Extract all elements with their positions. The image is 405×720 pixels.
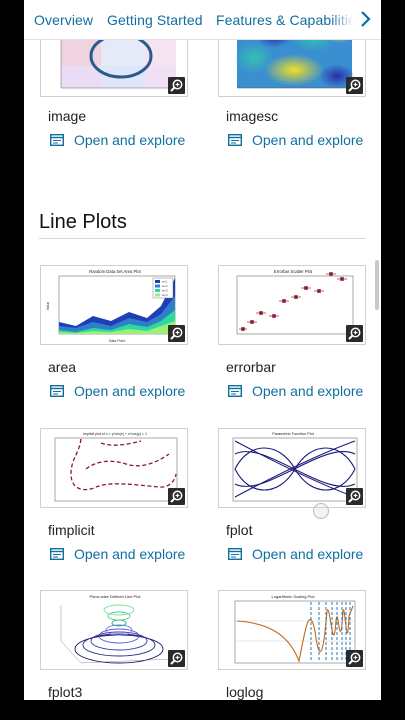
legend-entry: set 1 bbox=[162, 280, 168, 284]
function-name-fplot: fplot bbox=[226, 522, 253, 538]
thumbnail-errorbar[interactable]: Errorbar Scatter Plot bbox=[218, 265, 366, 345]
function-name-image: image bbox=[48, 108, 87, 124]
zoom-in-icon[interactable] bbox=[346, 488, 363, 505]
thumb-title-area: Random Data Set Area Plot bbox=[89, 269, 141, 274]
thumb-title-fimplicit: Implicit plot of x = y*sin(x) + x*cos(y)… bbox=[83, 432, 147, 436]
tab-fade bbox=[331, 0, 381, 39]
legend-entry: set 2 bbox=[162, 284, 168, 288]
live-script-icon bbox=[228, 548, 242, 560]
thumb-title-fplot: Parametric Function Plot bbox=[272, 432, 315, 436]
thumb-xlabel-area: Data Point bbox=[109, 339, 125, 343]
function-name-errorbar: errorbar bbox=[226, 359, 276, 375]
section-divider bbox=[39, 238, 366, 239]
function-name-fplot3: fplot3 bbox=[48, 684, 83, 700]
zoom-in-icon[interactable] bbox=[168, 77, 185, 94]
open-and-explore-link-imagesc[interactable]: Open and explore bbox=[252, 132, 363, 148]
live-script-icon bbox=[228, 134, 242, 146]
live-script-icon bbox=[228, 385, 242, 397]
tab-bar: Overview Getting Started Features & Capa… bbox=[24, 0, 381, 40]
legend-entry: set 4 bbox=[162, 293, 168, 297]
zoom-in-icon[interactable] bbox=[168, 650, 185, 667]
tab-overview[interactable]: Overview bbox=[34, 12, 93, 28]
zoom-in-icon[interactable] bbox=[346, 650, 363, 667]
thumbnail-fplot[interactable]: Parametric Function Plot bbox=[218, 428, 366, 508]
open-and-explore-link-fplot[interactable]: Open and explore bbox=[252, 546, 363, 562]
function-name-loglog: loglog bbox=[226, 684, 264, 700]
section-title-line-plots: Line Plots bbox=[39, 211, 127, 233]
live-script-icon bbox=[50, 548, 64, 560]
zoom-in-icon[interactable] bbox=[346, 325, 363, 342]
thumb-title-loglog: Logarithmic Scaling Plot bbox=[272, 594, 316, 599]
chevron-right-icon[interactable] bbox=[357, 9, 373, 29]
zoom-in-icon[interactable] bbox=[168, 488, 185, 505]
thumb-title-errorbar: Errorbar Scatter Plot bbox=[274, 269, 313, 274]
thumbnail-area[interactable]: Random Data Set Area Plot set 1 set 2 se… bbox=[40, 265, 188, 345]
function-name-fimplicit: fimplicit bbox=[48, 522, 95, 538]
live-script-icon bbox=[50, 385, 64, 397]
zoom-in-icon[interactable] bbox=[346, 77, 363, 94]
legend-entry: set 3 bbox=[162, 289, 168, 293]
function-name-area: area bbox=[48, 359, 77, 375]
touch-indicator bbox=[313, 503, 329, 519]
open-and-explore-link-fimplicit[interactable]: Open and explore bbox=[74, 546, 185, 562]
open-and-explore-link-errorbar[interactable]: Open and explore bbox=[252, 383, 363, 399]
function-name-imagesc: imagesc bbox=[226, 108, 279, 124]
thumb-title-fplot3: Piece-wise Defined Line Plot bbox=[90, 594, 142, 599]
scrollbar-thumb[interactable] bbox=[375, 260, 379, 310]
thumb-ylabel-area: Value bbox=[46, 302, 50, 311]
thumbnail-loglog[interactable]: Logarithmic Scaling Plot bbox=[218, 590, 366, 670]
tab-getting-started[interactable]: Getting Started bbox=[107, 12, 203, 28]
zoom-in-icon[interactable] bbox=[168, 325, 185, 342]
live-script-icon bbox=[50, 134, 64, 146]
thumbnail-fplot3[interactable]: Piece-wise Defined Line Plot bbox=[40, 590, 188, 670]
thumbnail-fimplicit[interactable]: Implicit plot of x = y*sin(x) + x*cos(y)… bbox=[40, 428, 188, 508]
open-and-explore-link-image[interactable]: Open and explore bbox=[74, 132, 185, 148]
open-and-explore-link-area[interactable]: Open and explore bbox=[74, 383, 185, 399]
gallery-screen: Overview Getting Started Features & Capa… bbox=[24, 0, 381, 700]
